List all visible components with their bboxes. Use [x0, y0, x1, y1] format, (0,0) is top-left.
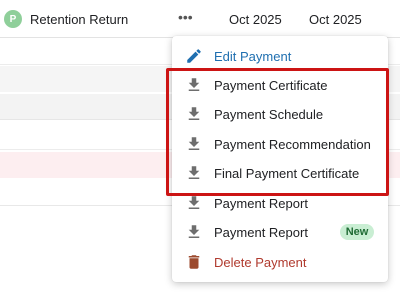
download-icon	[188, 166, 200, 179]
download-icon	[188, 196, 200, 209]
avatar: P	[4, 10, 22, 28]
menu-item-payment-certificate[interactable]: Payment Certificate	[172, 72, 388, 98]
menu-item-edit-payment[interactable]: Edit Payment	[172, 43, 388, 69]
menu-item-payment-report[interactable]: Payment Report	[172, 190, 388, 216]
menu-item-label: Payment Report	[214, 225, 308, 240]
row-actions-menu: Edit Payment Payment Certificate Payment…	[172, 36, 388, 282]
menu-item-payment-schedule[interactable]: Payment Schedule	[172, 101, 388, 127]
row-date-start: Oct 2025	[229, 12, 282, 27]
menu-item-label: Payment Recommendation	[214, 137, 371, 152]
menu-item-payment-recommendation[interactable]: Payment Recommendation	[172, 131, 388, 157]
download-icon	[188, 137, 200, 150]
download-icon	[188, 225, 200, 238]
menu-item-label: Payment Schedule	[214, 107, 324, 122]
new-badge: New	[340, 224, 374, 240]
menu-item-payment-report-new[interactable]: Payment Report New	[172, 219, 388, 245]
row-title: Retention Return	[30, 12, 129, 27]
menu-item-label: Payment Report	[214, 196, 308, 211]
menu-item-label: Payment Certificate	[214, 78, 328, 93]
trash-icon	[188, 255, 200, 269]
menu-item-final-payment-certificate[interactable]: Final Payment Certificate	[172, 160, 388, 186]
more-options-icon[interactable]: •••	[178, 9, 193, 25]
menu-item-label: Final Payment Certificate	[214, 166, 360, 181]
menu-item-label: Delete Payment	[214, 255, 307, 270]
pencil-icon	[187, 49, 201, 63]
row-date-end: Oct 2025	[309, 12, 362, 27]
table-row[interactable]: P Retention Return ••• Oct 2025 Oct 2025	[0, 0, 400, 38]
download-icon	[188, 107, 200, 120]
menu-item-delete-payment[interactable]: Delete Payment	[172, 249, 388, 275]
download-icon	[188, 78, 200, 91]
menu-item-label: Edit Payment	[214, 49, 292, 64]
